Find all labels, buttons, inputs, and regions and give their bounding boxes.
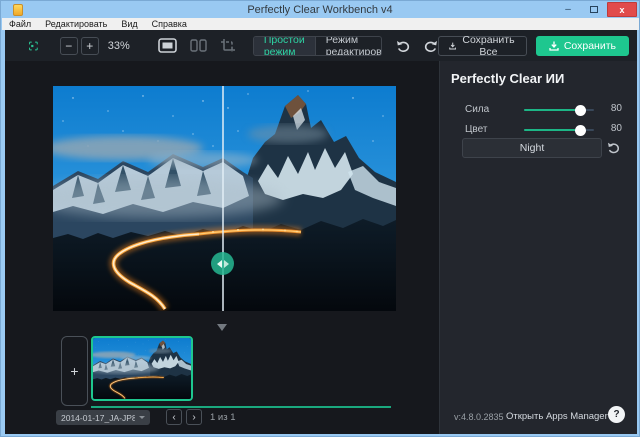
menubar: Файл Редактировать Вид Справка xyxy=(2,18,640,30)
strength-value: 80 xyxy=(600,103,622,114)
tab-edit-mode[interactable]: Режим редактирования xyxy=(316,37,382,55)
toolbar: − + 33% Простой режим xyxy=(5,30,637,61)
app-window: Perfectly Clear Workbench v4 – x Файл Ре… xyxy=(0,0,640,437)
arrow-right-icon xyxy=(224,260,229,268)
minimize-button[interactable]: – xyxy=(555,2,581,17)
image-preview xyxy=(53,86,396,311)
slider-fill xyxy=(524,109,580,111)
before-after-handle[interactable] xyxy=(211,252,234,275)
photo-thumbnail[interactable] xyxy=(91,336,193,401)
filmstrip-scroll-indicator xyxy=(91,406,391,408)
mountain-photo xyxy=(53,86,396,311)
save-label: Сохранить xyxy=(564,40,616,52)
zoom-controls: − + 33% xyxy=(60,37,130,55)
slider-thumb[interactable] xyxy=(575,125,586,136)
mode-switcher: Простой режим Режим редактирования xyxy=(253,36,382,56)
strength-label: Сила xyxy=(465,104,489,115)
photo-counter: 1 из 1 xyxy=(210,412,236,423)
menu-help[interactable]: Справка xyxy=(145,18,194,30)
fit-screen-icon[interactable] xyxy=(29,38,38,54)
crop-view-icon[interactable] xyxy=(220,38,237,53)
next-photo-button[interactable]: › xyxy=(186,409,202,425)
filename-label: 2014-01-17_JA-JP897… xyxy=(61,413,135,423)
panel-footer: v:4.8.0.2835 Открыть Apps Manager ? xyxy=(440,402,638,434)
download-icon xyxy=(549,41,559,51)
previous-photo-button[interactable]: ‹ xyxy=(166,409,182,425)
slider-fill xyxy=(524,129,580,131)
single-view-icon[interactable] xyxy=(158,38,177,53)
color-value: 80 xyxy=(600,123,622,134)
apps-manager-link[interactable]: Открыть Apps Manager xyxy=(506,411,608,422)
reset-icon[interactable] xyxy=(607,141,621,155)
download-icon xyxy=(449,41,456,51)
help-button[interactable]: ? xyxy=(608,406,625,423)
slider-thumb[interactable] xyxy=(575,105,586,116)
maximize-button[interactable] xyxy=(581,2,607,17)
close-button[interactable]: x xyxy=(607,2,637,17)
split-view-icon[interactable] xyxy=(190,39,207,52)
redo-icon[interactable] xyxy=(423,39,438,53)
save-button[interactable]: Сохранить xyxy=(536,36,629,56)
strength-slider-row: Сила 80 xyxy=(440,103,638,117)
panel-title: Perfectly Clear ИИ xyxy=(451,71,564,86)
window-title: Perfectly Clear Workbench v4 xyxy=(1,4,639,16)
menu-view[interactable]: Вид xyxy=(114,18,144,30)
save-all-label: Сохранить Все xyxy=(461,34,516,58)
undo-icon[interactable] xyxy=(396,39,411,53)
app-body: − + 33% Простой режим xyxy=(5,30,637,434)
chevron-down-icon xyxy=(139,416,145,419)
zoom-out-button[interactable]: − xyxy=(60,37,78,55)
before-after-divider[interactable] xyxy=(222,86,224,311)
zoom-in-button[interactable]: + xyxy=(81,37,99,55)
adjustments-panel: Perfectly Clear ИИ Сила 80 Цвет 80 Night xyxy=(439,61,637,434)
add-photo-button[interactable]: + xyxy=(61,336,88,406)
filename-dropdown[interactable]: 2014-01-17_JA-JP897… xyxy=(56,410,150,425)
main-area: + 2014-01-17_JA-JP897… ‹ › 1 из 1 xyxy=(5,61,439,434)
color-slider-row: Цвет 80 xyxy=(440,123,638,137)
undo-redo xyxy=(396,39,438,53)
window-controls: – x xyxy=(555,2,637,17)
titlebar: Perfectly Clear Workbench v4 – x xyxy=(1,1,639,18)
save-all-button[interactable]: Сохранить Все xyxy=(438,36,527,56)
menu-file[interactable]: Файл xyxy=(2,18,38,30)
preset-night-button[interactable]: Night xyxy=(462,138,602,158)
version-label: v:4.8.0.2835 xyxy=(454,412,504,422)
strength-slider[interactable] xyxy=(524,109,594,111)
color-slider[interactable] xyxy=(524,129,594,131)
arrow-left-icon xyxy=(217,260,222,268)
zoom-level: 33% xyxy=(108,40,130,52)
collapse-filmstrip-icon[interactable] xyxy=(217,324,227,331)
tab-simple-mode[interactable]: Простой режим xyxy=(254,37,316,55)
menu-edit[interactable]: Редактировать xyxy=(38,18,114,30)
maximize-icon xyxy=(590,6,598,13)
save-buttons: Сохранить Все Сохранить xyxy=(438,36,629,56)
color-label: Цвет xyxy=(465,124,487,135)
thumbnail-image xyxy=(93,338,191,399)
view-mode-buttons xyxy=(158,38,237,53)
